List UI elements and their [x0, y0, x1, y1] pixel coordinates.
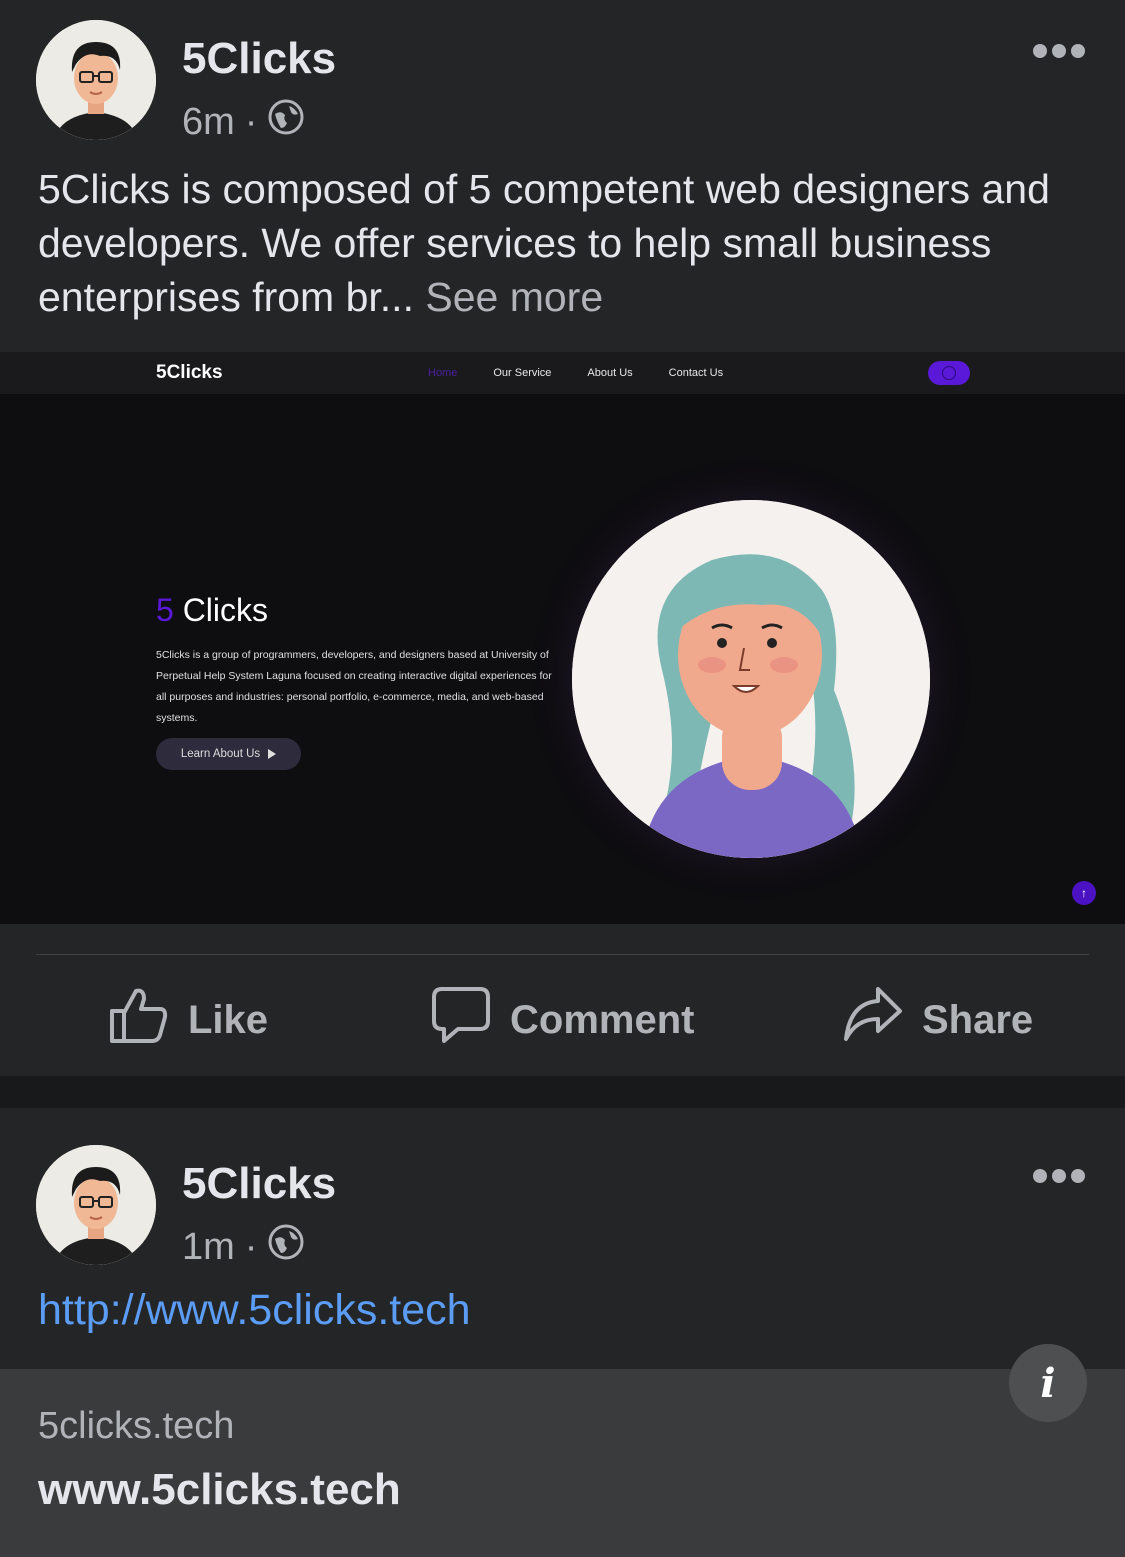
more-dots-icon[interactable] [1033, 43, 1085, 59]
preview-nav-about: About Us [587, 367, 633, 379]
preview-nav-service: Our Service [493, 367, 552, 379]
meta-separator: · [244, 100, 258, 143]
comment-icon [430, 985, 492, 1055]
preview-hero-number: 5 [156, 592, 174, 628]
more-dots-icon[interactable] [1033, 1168, 1085, 1184]
post-time[interactable]: 1m [182, 1226, 235, 1269]
preview-nav-links: Home Our Service About Us Contact Us [428, 367, 723, 379]
play-icon [268, 749, 277, 759]
preview-back-to-top-icon: ↑ [1072, 881, 1096, 905]
author-name[interactable]: 5Clicks [182, 1159, 336, 1209]
preview-hero-title: 5 Clicks [156, 592, 268, 629]
link-card-title: www.5clicks.tech [38, 1465, 401, 1514]
comment-button[interactable]: Comment [430, 985, 694, 1055]
preview-nav-contact: Contact Us [668, 367, 724, 379]
preview-learn-button: Learn About Us [156, 738, 301, 770]
preview-illustration [572, 500, 930, 858]
website-preview-image[interactable]: 5Clicks Home Our Service About Us Contac… [0, 352, 1125, 924]
avatar[interactable] [36, 20, 156, 140]
globe-icon [267, 1223, 305, 1271]
preview-nav-home: Home [428, 367, 458, 379]
comment-label: Comment [510, 997, 695, 1042]
preview-theme-toggle [928, 361, 970, 385]
post-card: 5Clicks 6m · 5Clicks is composed of 5 co… [0, 0, 1125, 1076]
author-name[interactable]: 5Clicks [182, 34, 336, 84]
like-label: Like [188, 997, 269, 1042]
share-label: Share [922, 997, 1034, 1042]
preview-hero-description: 5Clicks is a group of programmers, devel… [156, 649, 552, 724]
preview-learn-label: Learn About Us [180, 748, 261, 760]
link-preview-card[interactable]: 5clicks.tech www.5clicks.tech [0, 1369, 1125, 1557]
see-more-link[interactable]: See more [425, 274, 603, 320]
like-button[interactable]: Like [108, 985, 268, 1055]
preview-logo: 5Clicks [156, 362, 223, 383]
post-text: 5Clicks is composed of 5 competent web d… [38, 162, 1098, 324]
meta-separator: · [244, 1225, 258, 1268]
preview-hero-word: Clicks [182, 592, 269, 628]
post-time[interactable]: 6m [182, 101, 235, 144]
info-icon[interactable]: i [1009, 1344, 1087, 1422]
share-icon [842, 985, 904, 1055]
share-button[interactable]: Share [842, 985, 1033, 1055]
globe-icon [267, 98, 305, 146]
post-link[interactable]: http://www.5clicks.tech [38, 1286, 471, 1335]
preview-navbar: 5Clicks Home Our Service About Us Contac… [0, 352, 1125, 394]
post-meta: 1m · [182, 1223, 305, 1271]
post-actions: Like Comment Share [0, 955, 1125, 1075]
avatar[interactable] [36, 1145, 156, 1265]
like-icon [108, 985, 170, 1055]
link-card-domain: 5clicks.tech [38, 1405, 235, 1447]
post-meta: 6m · [182, 98, 305, 146]
